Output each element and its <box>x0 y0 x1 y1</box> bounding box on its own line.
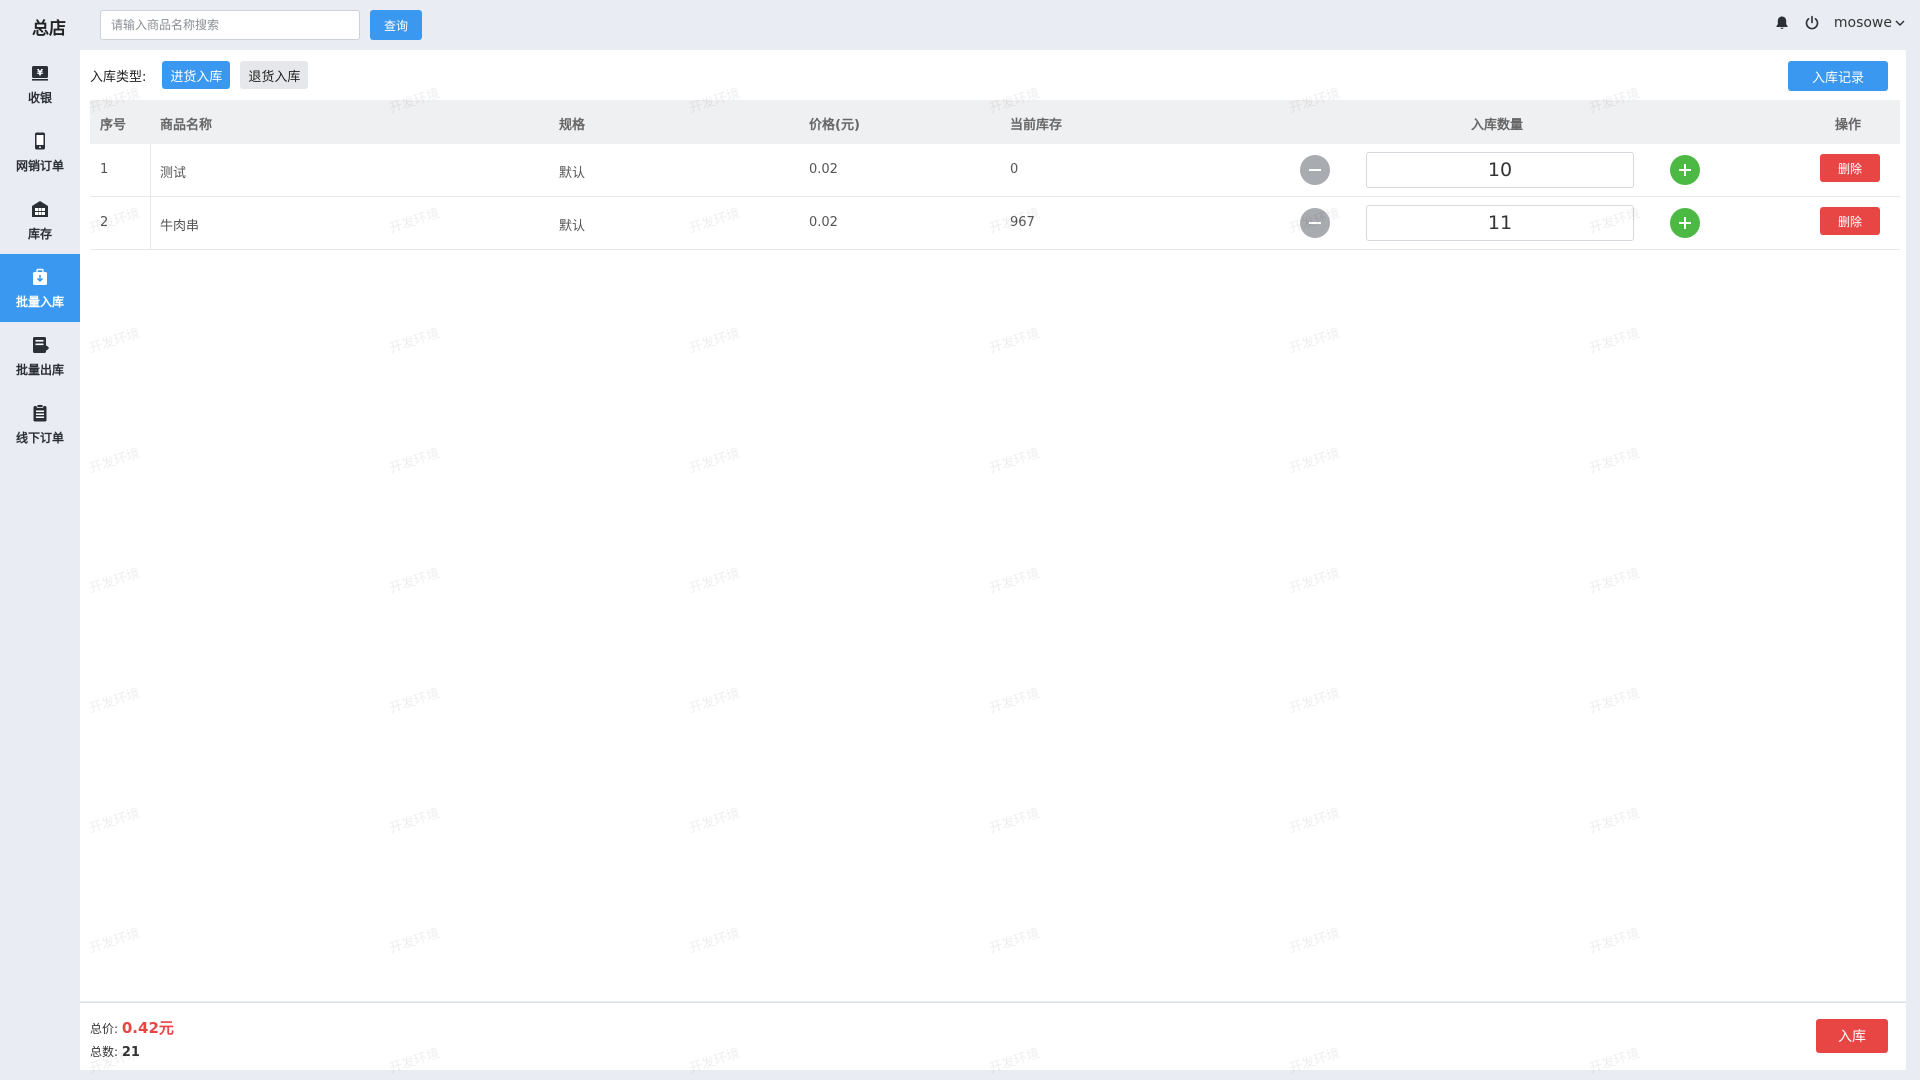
delete-row-button[interactable]: 删除 <box>1820 207 1880 235</box>
sidebar-item-label: 网销订单 <box>15 158 64 173</box>
return-stock-in-button[interactable]: 退货入库 <box>240 61 309 89</box>
decrease-quantity-button[interactable] <box>1300 155 1330 185</box>
sidebar-item-batch-stock-out[interactable]: 批量出库 <box>0 322 80 390</box>
yen-icon: ¥ <box>32 65 48 81</box>
search-button[interactable]: 查询 <box>370 10 422 40</box>
box-out-icon <box>33 336 50 353</box>
user-menu[interactable]: mosowe <box>1834 15 1906 31</box>
plus-icon <box>1679 164 1691 176</box>
product-spec: 默认 <box>559 219 586 234</box>
column-divider <box>150 144 151 196</box>
current-stock: 0 <box>1010 162 1019 177</box>
column-header-price: 价格(元) <box>809 118 860 133</box>
quantity-input[interactable] <box>1366 152 1634 188</box>
product-spec: 默认 <box>559 166 586 181</box>
bell-icon[interactable] <box>1774 15 1790 31</box>
total-count: 总数: 21 <box>90 1043 140 1060</box>
phone-icon <box>35 132 45 149</box>
total-price-value: 0.42元 <box>121 1019 174 1037</box>
total-count-label: 总数: <box>90 1045 119 1059</box>
sidebar-item-offline-orders[interactable]: 线下订单 <box>0 390 80 458</box>
total-price-label: 总价: <box>90 1022 119 1036</box>
chevron-down-icon <box>1895 20 1905 26</box>
table-header: 序号 商品名称 规格 价格(元) 当前库存 入库数量 操作 <box>90 100 1900 144</box>
sidebar-item-label: 批量入库 <box>15 294 64 309</box>
table-row: 1 测试 默认 0.02 0 删除 <box>90 144 1900 197</box>
clipboard-icon <box>33 403 47 421</box>
product-name: 牛肉串 <box>160 219 200 234</box>
decrease-quantity-button[interactable] <box>1300 208 1330 238</box>
store-name: 总店 <box>32 19 66 39</box>
sidebar-item-label: 批量出库 <box>15 362 64 377</box>
sidebar-item-label: 收银 <box>27 90 52 105</box>
minus-icon <box>1309 222 1321 224</box>
sidebar-item-label: 线下订单 <box>15 430 64 445</box>
svg-text:¥: ¥ <box>37 68 44 78</box>
product-name: 测试 <box>160 166 187 181</box>
user-area: mosowe <box>1774 15 1906 31</box>
row-index: 2 <box>100 215 109 230</box>
product-price: 0.02 <box>809 162 838 177</box>
username-label: mosowe <box>1833 15 1892 31</box>
power-icon[interactable] <box>1804 15 1820 31</box>
stock-in-records-button[interactable]: 入库记录 <box>1788 61 1888 91</box>
increase-quantity-button[interactable] <box>1670 208 1700 238</box>
minus-icon <box>1309 169 1321 171</box>
sidebar: ¥ 收银 网销订单 库存 批量入库 批量出库 线下订单 <box>0 50 80 1080</box>
current-stock: 967 <box>1010 215 1035 230</box>
sidebar-item-cashier[interactable]: ¥ 收银 <box>0 50 80 118</box>
sidebar-item-inventory[interactable]: 库存 <box>0 186 80 254</box>
sidebar-item-online-orders[interactable]: 网销订单 <box>0 118 80 186</box>
increase-quantity-button[interactable] <box>1670 155 1700 185</box>
column-header-quantity: 入库数量 <box>1471 118 1524 133</box>
purchase-stock-in-button[interactable]: 进货入库 <box>162 61 231 89</box>
column-header-spec: 规格 <box>559 118 586 133</box>
stock-in-type-label: 入库类型: <box>90 69 147 85</box>
stock-in-table: 序号 商品名称 规格 价格(元) 当前库存 入库数量 操作 1 测试 默认 0.… <box>90 100 1900 250</box>
row-index: 1 <box>100 162 109 177</box>
column-header-action: 操作 <box>1835 118 1862 133</box>
column-divider <box>150 197 151 249</box>
plus-icon <box>1679 217 1691 229</box>
warehouse-icon <box>32 200 48 217</box>
column-header-index: 序号 <box>100 118 127 133</box>
top-bar: 总店 查询 mosowe <box>0 0 1920 50</box>
sidebar-item-batch-stock-in[interactable]: 批量入库 <box>0 254 80 322</box>
total-price: 总价: 0.42元 <box>90 1017 174 1038</box>
submit-stock-in-button[interactable]: 入库 <box>1816 1019 1888 1053</box>
summary-footer: 总价: 0.42元 总数: 21 入库 <box>80 1002 1906 1070</box>
stock-in-type-bar: 入库类型: 进货入库 退货入库 <box>90 61 309 89</box>
product-price: 0.02 <box>809 215 838 230</box>
main-panel: 入库类型: 进货入库 退货入库 入库记录 序号 商品名称 规格 价格(元) 当前… <box>80 50 1906 1001</box>
total-count-value: 21 <box>121 1045 140 1060</box>
box-in-icon <box>33 268 47 285</box>
table-row: 2 牛肉串 默认 0.02 967 删除 <box>90 197 1900 250</box>
column-header-stock: 当前库存 <box>1010 118 1063 133</box>
column-header-name: 商品名称 <box>160 118 213 133</box>
search-input[interactable] <box>100 10 360 40</box>
quantity-input[interactable] <box>1366 205 1634 241</box>
delete-row-button[interactable]: 删除 <box>1820 154 1880 182</box>
sidebar-item-label: 库存 <box>27 226 52 241</box>
